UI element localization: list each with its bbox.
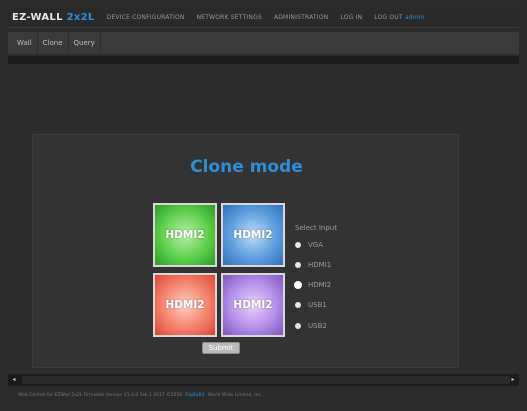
radio-dot-icon[interactable] (295, 242, 301, 248)
radio-label: VGA (308, 241, 324, 249)
header-divider (8, 56, 519, 64)
display-tile-top-left[interactable]: HDMI2 (153, 203, 217, 267)
radio-checked-icon[interactable] (295, 282, 301, 288)
nav-administration[interactable]: ADMINISTRATION (268, 14, 334, 21)
radio-dot-icon[interactable] (295, 302, 301, 308)
radio-label: HDMI1 (308, 261, 332, 269)
browser-frame: EZ-WALL 2x2L DEVICE CONFIGURATION NETWOR… (0, 0, 527, 411)
tile-label: HDMI2 (165, 299, 205, 311)
radio-dot-icon[interactable] (295, 323, 301, 329)
sub-navigation: Wall Clone Query (8, 32, 519, 54)
nav-log-in[interactable]: LOG IN (334, 14, 368, 21)
horizontal-scrollbar[interactable]: ◂ ▸ (8, 374, 519, 386)
display-tile-bottom-right[interactable]: HDMI2 (221, 273, 285, 337)
radio-option-usb2[interactable]: USB2 (295, 322, 327, 330)
radio-option-vga[interactable]: VGA (295, 241, 323, 249)
brand-logo[interactable]: EZ-WALL 2x2L (8, 12, 101, 23)
top-navigation: EZ-WALL 2x2L DEVICE CONFIGURATION NETWOR… (8, 8, 519, 28)
footer: Web Control for EZWall 2x2L Firmware Ver… (8, 388, 519, 402)
clone-mode-panel: Clone mode HDMI2 HDMI2 HDMI2 HDMI2 Selec… (32, 134, 459, 368)
footer-text-left: Web Control for EZWall 2x2L Firmware Ver… (18, 392, 183, 398)
scroll-right-arrow-icon[interactable]: ▸ (509, 376, 517, 384)
scroll-thumb[interactable] (22, 376, 510, 384)
nav-network-settings[interactable]: NETWORK SETTINGS (191, 14, 268, 21)
footer-text-right: World Wide Limited, Inc. (207, 392, 263, 398)
tile-label: HDMI2 (233, 229, 273, 241)
brand-main: EZ-WALL (12, 12, 63, 23)
panel-title: Clone mode (190, 157, 303, 177)
radio-label: USB2 (308, 322, 327, 330)
select-input-label: Select Input (295, 224, 337, 232)
tab-wall[interactable]: Wall (12, 32, 38, 54)
nav-log-out[interactable]: LOG OUT admin (368, 14, 431, 21)
tab-clone[interactable]: Clone (38, 32, 69, 54)
footer-link[interactable]: DigitaBit (185, 393, 204, 398)
nav-device-configuration[interactable]: DEVICE CONFIGURATION (101, 14, 191, 21)
radio-label: USB1 (308, 301, 327, 309)
logout-label: LOG OUT (374, 14, 403, 21)
display-tile-top-right[interactable]: HDMI2 (221, 203, 285, 267)
logout-user: admin (404, 14, 425, 21)
scroll-left-arrow-icon[interactable]: ◂ (10, 376, 18, 384)
brand-accent: 2x2L (66, 12, 95, 23)
radio-label: HDMI2 (308, 281, 332, 289)
main-content: Clone mode HDMI2 HDMI2 HDMI2 HDMI2 Selec… (8, 64, 519, 374)
tile-label: HDMI2 (233, 299, 273, 311)
radio-dot-icon[interactable] (295, 262, 301, 268)
submit-button[interactable]: Submit (202, 342, 240, 354)
tile-label: HDMI2 (165, 229, 205, 241)
radio-option-hdmi1[interactable]: HDMI1 (295, 261, 331, 269)
tab-query[interactable]: Query (69, 32, 101, 54)
radio-option-usb1[interactable]: USB1 (295, 301, 327, 309)
display-tile-bottom-left[interactable]: HDMI2 (153, 273, 217, 337)
radio-option-hdmi2[interactable]: HDMI2 (295, 281, 331, 289)
